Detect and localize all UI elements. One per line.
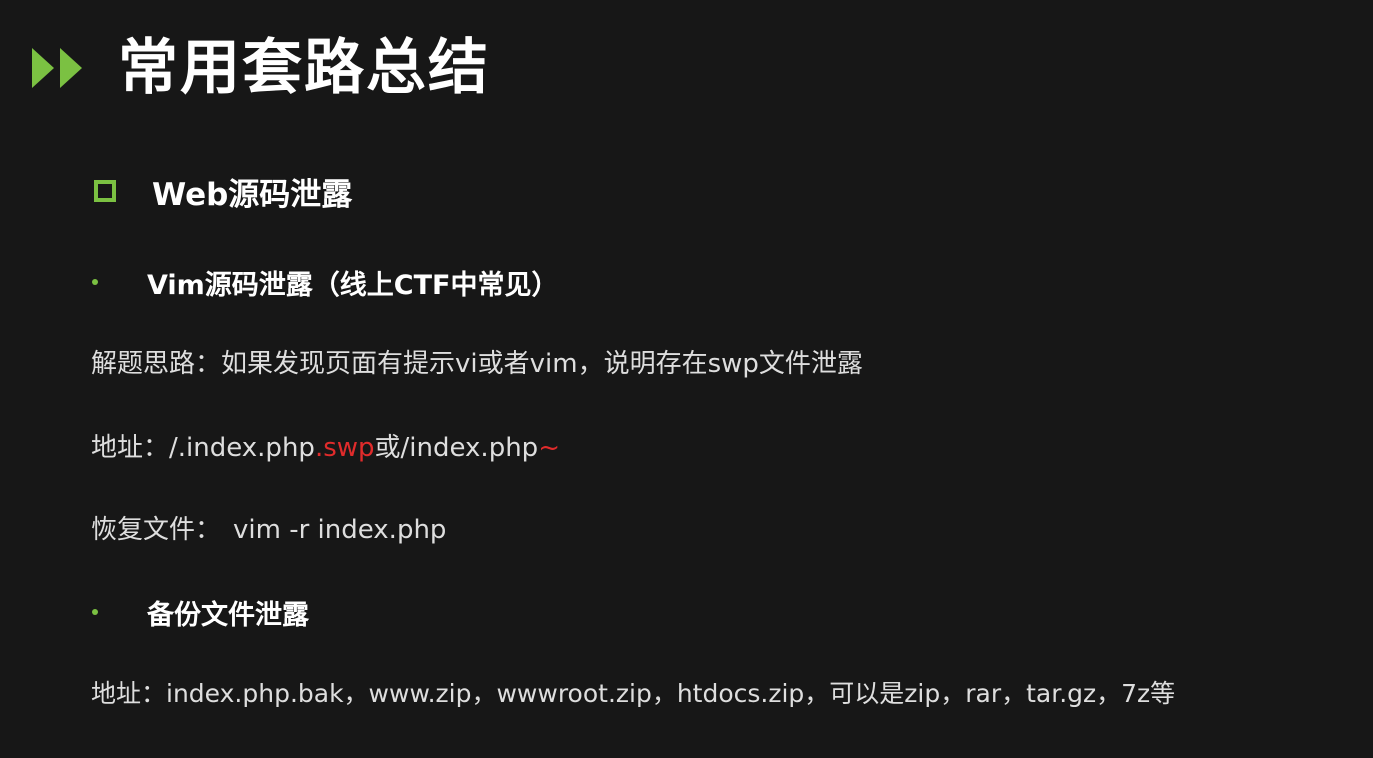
bullet-vim-heading: Vim源码泄露（线上CTF中常见） [147,269,559,301]
bullet-vim: Vim源码泄露（线上CTF中常见） [92,260,559,304]
vim-address-swp: .swp [314,433,375,463]
backup-address-label: 地址： [91,679,167,708]
title-row: 常用套路总结 [32,28,490,108]
vim-recover-label: 恢复文件： [91,515,222,545]
dot-bullet-icon [92,609,98,615]
dot-bullet-icon [92,279,98,285]
vim-idea-line: 解题思路：如果发现页面有提示vi或者vim，说明存在swp文件泄露 [91,344,863,384]
backup-address-line: 地址：index.php.bak，www.zip，wwwroot.zip，htd… [91,674,1175,714]
slide: 常用套路总结 Web源码泄露 Vim源码泄露（线上CTF中常见） 解题思路：如果… [0,0,1373,758]
vim-idea-text: 如果发现页面有提示vi或者vim，说明存在swp文件泄露 [221,349,863,379]
backup-address-text: index.php.bak，www.zip，wwwroot.zip，htdocs… [166,679,1176,708]
vim-address-label: 地址： [91,433,170,463]
vim-recover-line: 恢复文件： vim -r index.php [91,510,446,550]
page-title: 常用套路总结 [118,33,490,103]
square-bullet-icon [94,180,116,202]
vim-address-part1: /.index.php [169,433,315,463]
vim-address-part3: 或/index.php [374,433,539,463]
vim-idea-label: 解题思路： [91,349,222,379]
section-heading: Web源码泄露 [94,166,352,216]
double-arrow-icon [32,48,82,88]
vim-recover-command: vim -r index.php [233,515,447,545]
bullet-backup: 备份文件泄露 [92,590,309,634]
vim-address-tilde: ~ [538,433,560,463]
vim-address-line: 地址：/.index.php.swp或/index.php~ [91,428,560,468]
bullet-backup-heading: 备份文件泄露 [147,599,309,631]
section-label: Web源码泄露 [152,176,353,213]
